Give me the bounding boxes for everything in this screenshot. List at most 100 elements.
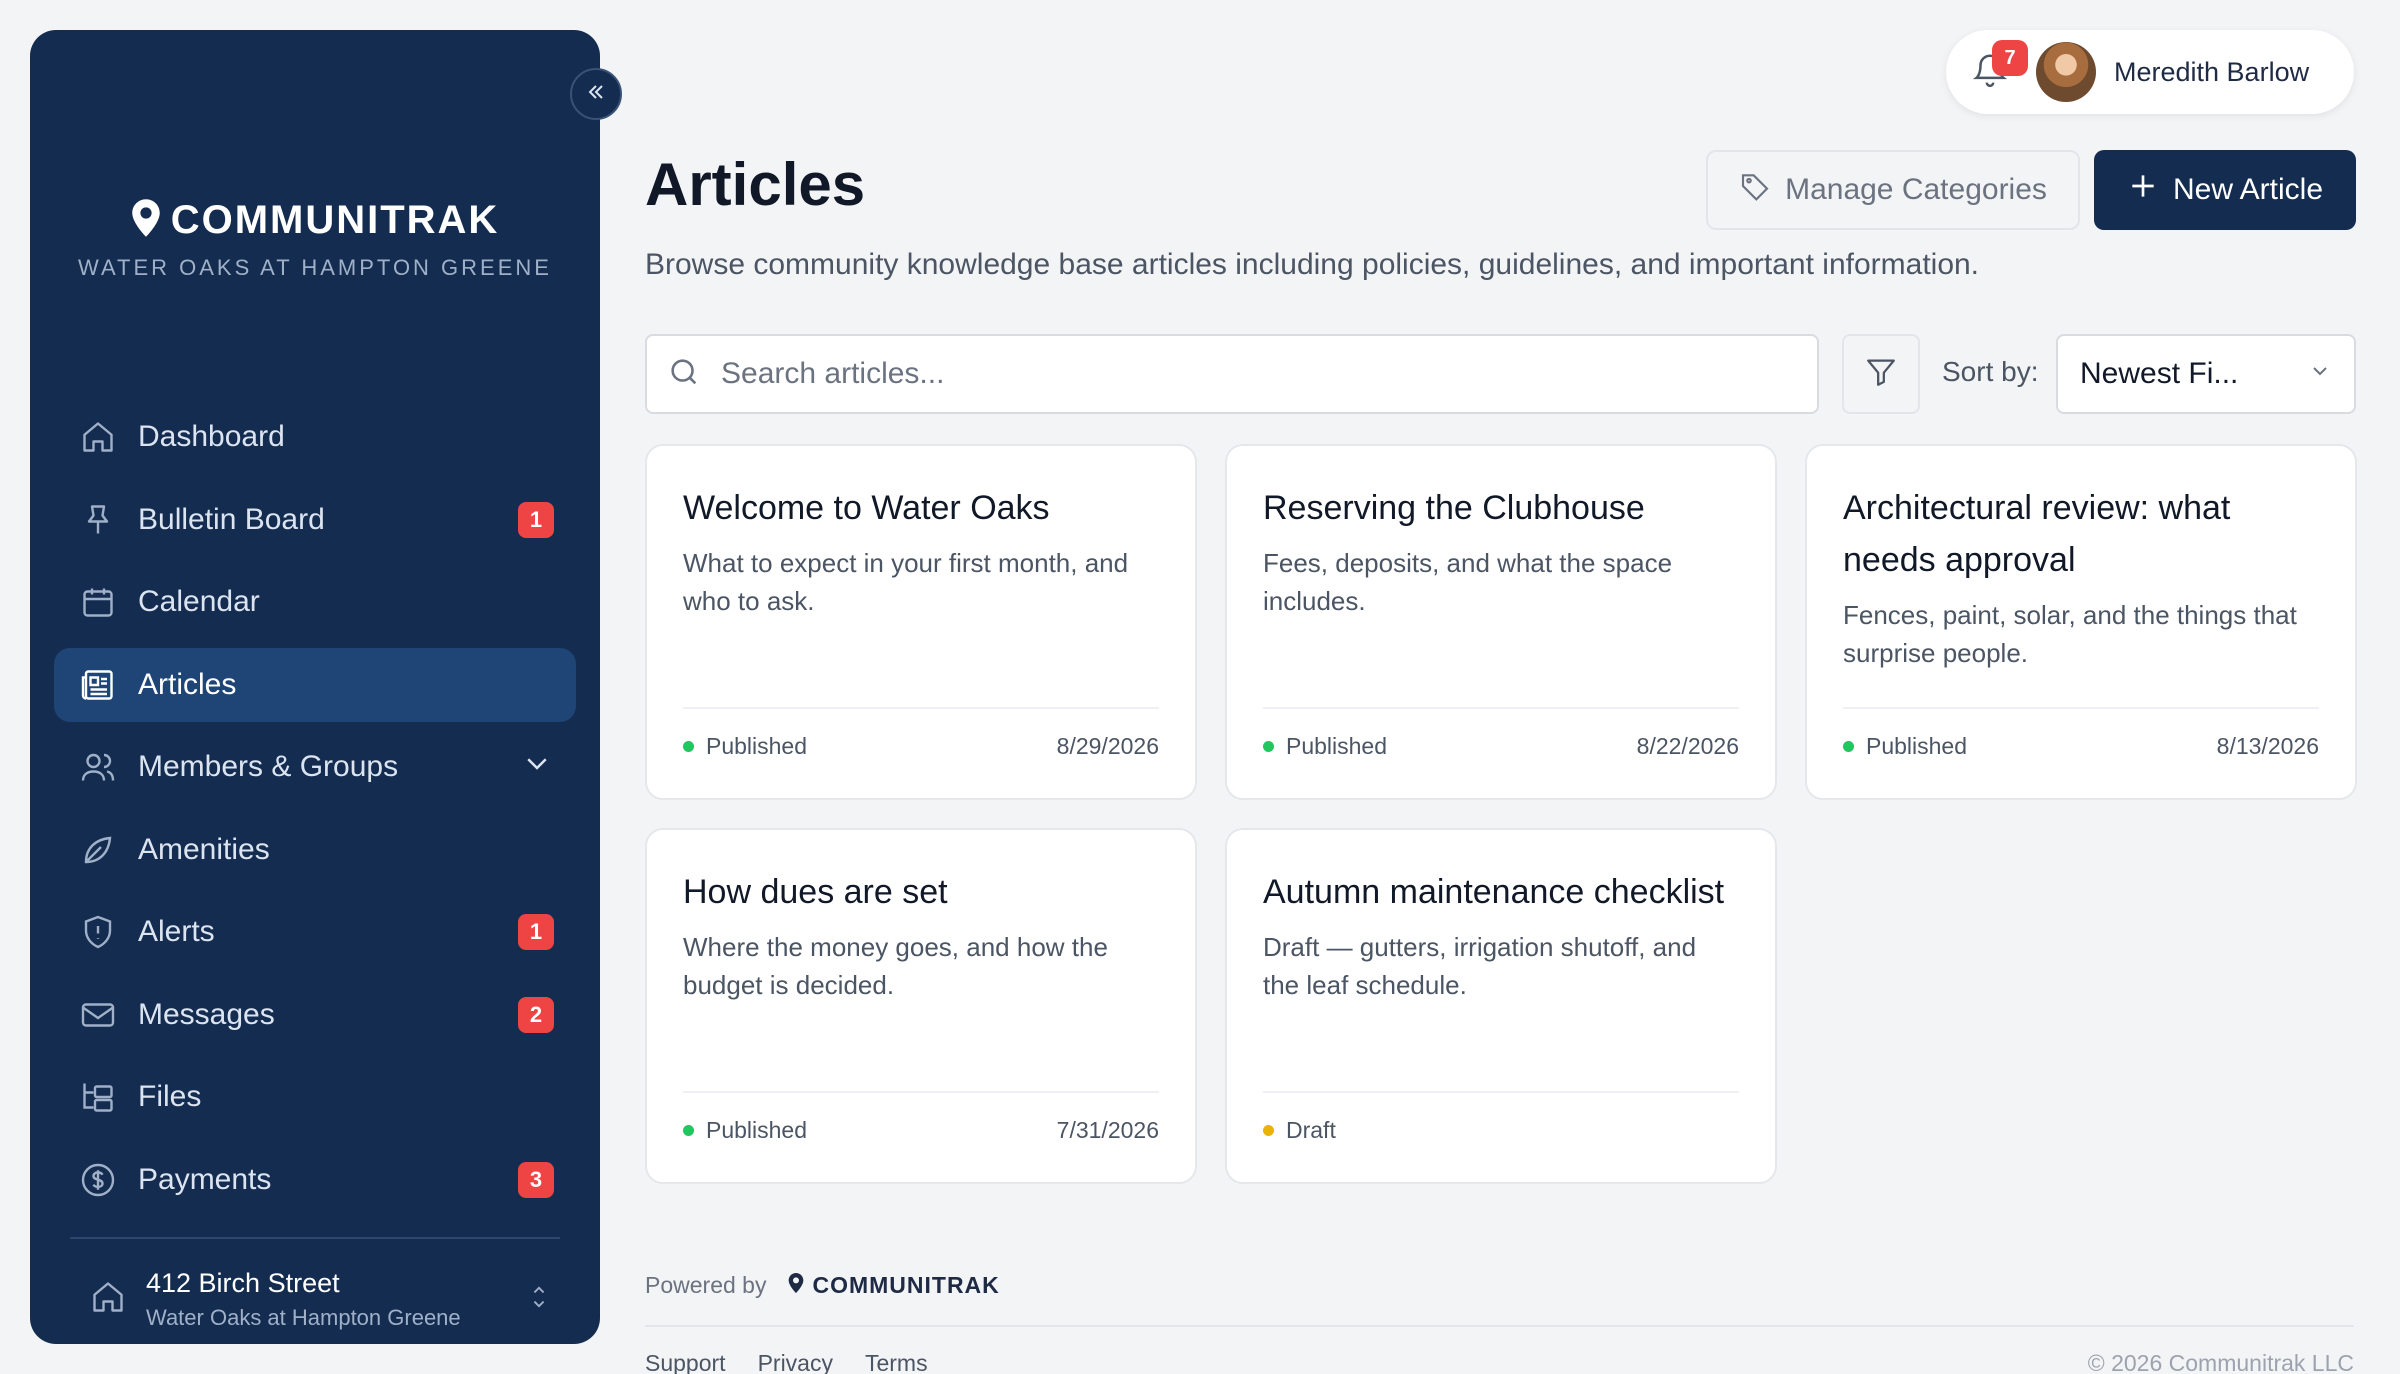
status-badge: Published	[683, 1117, 807, 1144]
address-community: Water Oaks at Hampton Greene	[146, 1305, 461, 1330]
chevron-up-down-icon[interactable]	[528, 1282, 550, 1317]
status-dot	[1843, 741, 1854, 752]
article-description: Where the money goes, and how the budget…	[683, 932, 1108, 1000]
user-name: Meredith Barlow	[2114, 56, 2310, 87]
footer-link-support[interactable]: Support	[645, 1350, 726, 1374]
tag-icon	[1739, 170, 1771, 210]
article-card[interactable]: Reserving the Clubhouse Fees, deposits, …	[1225, 444, 1777, 800]
count-badge: 3	[518, 1161, 554, 1198]
sidebar-item-bulletin-board[interactable]: Bulletin Board 1	[54, 483, 576, 557]
article-card[interactable]: Welcome to Water Oaks What to expect in …	[645, 444, 1197, 800]
status-dot	[683, 1125, 694, 1136]
article-description: Fees, deposits, and what the space inclu…	[1263, 548, 1673, 616]
home-icon	[90, 1279, 126, 1320]
sidebar-item-label: Messages	[138, 997, 275, 1031]
filter-icon	[1864, 355, 1898, 394]
article-title: Welcome to Water Oaks	[683, 489, 1050, 527]
status-label: Published	[1866, 733, 1968, 759]
sidebar-item-dashboard[interactable]: Dashboard	[54, 400, 576, 474]
powered-by-label: Powered by	[645, 1272, 767, 1298]
user-menu[interactable]: 7 Meredith Barlow	[1946, 30, 2354, 114]
page-description: Browse community knowledge base articles…	[645, 248, 1980, 281]
article-footer: Draft	[1263, 1091, 1739, 1144]
filter-button[interactable]	[1842, 334, 1920, 414]
chevron-down-icon[interactable]	[522, 748, 552, 786]
location-pin-icon	[788, 1272, 804, 1299]
sidebar-item-label: Payments	[138, 1162, 272, 1196]
status-dot	[1263, 741, 1274, 752]
article-footer: Published 8/13/2026	[1843, 707, 2319, 760]
sidebar-item-members-groups[interactable]: Members & Groups	[54, 730, 576, 804]
sidebar-item-calendar[interactable]: Calendar	[54, 565, 576, 639]
sidebar-nav: Dashboard Bulletin Board 1 Calendar Arti…	[54, 400, 576, 1225]
article-footer: Published 8/22/2026	[1263, 707, 1739, 760]
manage-categories-button[interactable]: Manage Categories	[1706, 150, 2080, 230]
users-icon	[78, 747, 118, 787]
footer-link-terms[interactable]: Terms	[865, 1350, 928, 1374]
sidebar-item-alerts[interactable]: Alerts 1	[54, 895, 576, 969]
sidebar-item-amenities[interactable]: Amenities	[54, 813, 576, 887]
copyright: © 2026 Communitrak LLC	[2087, 1350, 2354, 1374]
sidebar-item-label: Members & Groups	[138, 750, 399, 783]
status-label: Published	[706, 733, 808, 759]
article-title: Architectural review: what needs approva…	[1843, 489, 2231, 579]
sidebar-item-label: Files	[138, 1080, 202, 1113]
sidebar-divider	[70, 1237, 560, 1239]
collapse-sidebar-button[interactable]	[570, 68, 622, 120]
sidebar-item-label: Alerts	[138, 915, 215, 948]
calendar-icon	[78, 582, 118, 622]
folder-tree-icon	[78, 1077, 118, 1117]
chevron-down-icon	[2308, 357, 2332, 391]
count-badge: 1	[518, 914, 554, 950]
sort-select[interactable]: Newest Fi...	[2056, 334, 2356, 414]
new-article-button[interactable]: New Article	[2094, 150, 2356, 230]
page-title: Articles	[645, 151, 866, 218]
article-card[interactable]: Autumn maintenance checklist Draft — gut…	[1225, 828, 1777, 1184]
sort-label: Sort by:	[1942, 356, 2039, 387]
sidebar-item-payments[interactable]: Payments 3	[54, 1143, 576, 1217]
notifications-button[interactable]: 7	[1968, 40, 2028, 94]
address-switcher[interactable]: 412 Birch Street Water Oaks at Hampton G…	[90, 1268, 560, 1331]
article-date: 8/13/2026	[2216, 733, 2319, 759]
sidebar-item-files[interactable]: Files	[54, 1060, 576, 1134]
sidebar-item-messages[interactable]: Messages 2	[54, 978, 576, 1052]
article-card[interactable]: Architectural review: what needs approva…	[1805, 444, 2357, 800]
status-badge: Published	[1263, 733, 1387, 760]
newspaper-icon	[78, 665, 118, 705]
sidebar-item-articles[interactable]: Articles	[54, 647, 576, 722]
status-badge: Published	[1843, 733, 1967, 760]
powered-by: Powered by COMMUNITRAK	[645, 1272, 1000, 1299]
status-badge: Draft	[1263, 1117, 1336, 1144]
article-description: What to expect in your first month, and …	[683, 548, 1129, 616]
footer-link-privacy[interactable]: Privacy	[758, 1350, 833, 1374]
article-footer: Published 8/29/2026	[683, 707, 1159, 760]
article-date: 8/22/2026	[1636, 733, 1739, 759]
address-street: 412 Birch Street	[146, 1268, 340, 1298]
footer-divider	[645, 1325, 2354, 1327]
status-label: Published	[706, 1117, 808, 1143]
chevrons-left-icon	[584, 80, 608, 109]
leaf-icon	[78, 830, 118, 870]
footer-brand[interactable]: COMMUNITRAK	[788, 1272, 999, 1299]
status-dot	[1263, 1125, 1274, 1136]
new-article-label: New Article	[2172, 173, 2324, 206]
status-badge: Published	[683, 733, 807, 760]
sidebar: COMMUNITRAK WATER OAKS AT HAMPTON GREENE…	[30, 30, 600, 1344]
sidebar-item-label: Calendar	[138, 585, 260, 618]
brand-name: COMMUNITRAK	[170, 198, 500, 242]
footer-brand-name: COMMUNITRAK	[812, 1272, 1000, 1298]
sidebar-item-label: Articles	[138, 667, 237, 701]
count-badge: 1	[518, 501, 554, 538]
count-badge: 2	[518, 996, 554, 1033]
article-card[interactable]: How dues are set Where the money goes, a…	[645, 828, 1197, 1184]
sidebar-item-label: Bulletin Board	[138, 502, 325, 536]
dollar-circle-icon	[78, 1160, 118, 1200]
article-title: Reserving the Clubhouse	[1263, 489, 1645, 527]
plus-icon	[2127, 170, 2159, 210]
avatar[interactable]	[2036, 42, 2096, 102]
home-icon	[78, 417, 118, 457]
notification-count-badge: 7	[1992, 40, 2028, 76]
status-dot	[683, 741, 694, 752]
search-box[interactable]	[645, 334, 1819, 414]
search-input[interactable]	[721, 357, 1771, 391]
